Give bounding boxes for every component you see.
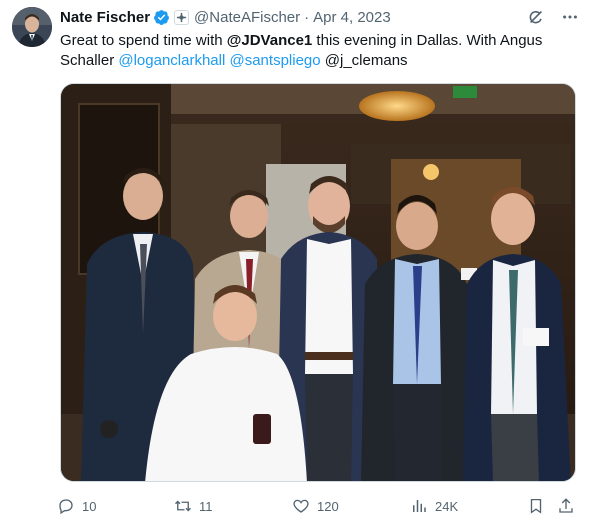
tweet[interactable]: Nate Fischer @NateAFischer · Apr 4, 2023… [0, 0, 594, 525]
bookmark-button[interactable] [526, 492, 546, 520]
views-count: 24K [435, 498, 459, 514]
mention-santspliego[interactable]: @santspliego [229, 52, 320, 69]
mention-j-clemans[interactable]: @j_clemans [325, 52, 408, 69]
bookmark-icon [526, 496, 546, 516]
tweet-photo[interactable] [60, 83, 576, 482]
tweet-text: Great to spend time with @JDVance1 this … [60, 31, 580, 71]
author-handle[interactable]: @NateAFischer [194, 9, 300, 26]
tweet-date[interactable]: Apr 4, 2023 [313, 9, 391, 26]
heart-icon [291, 496, 311, 516]
avatar[interactable] [12, 7, 52, 47]
affiliate-badge-icon[interactable] [174, 9, 190, 25]
reply-icon [56, 496, 76, 516]
views-button[interactable]: 24K [409, 492, 458, 520]
tweet-top-actions [526, 7, 580, 27]
like-count: 120 [317, 498, 339, 514]
tweet-text-intro: Great to spend time with [60, 32, 227, 49]
like-button[interactable]: 120 [291, 492, 339, 520]
tweet-actions: 10 11 120 24K [56, 492, 580, 520]
views-icon [409, 496, 429, 516]
separator-dot: · [304, 8, 310, 26]
more-icon[interactable] [560, 7, 580, 27]
share-button[interactable] [556, 492, 576, 520]
mention-jdvance1[interactable]: @JDVance1 [227, 32, 313, 49]
reply-button[interactable]: 10 [56, 492, 96, 520]
reply-count: 10 [82, 498, 97, 514]
verified-badge-icon[interactable] [153, 9, 170, 26]
mention-loganclarkhall[interactable]: @loganclarkhall [118, 52, 225, 69]
grok-icon[interactable] [526, 7, 546, 27]
author-name[interactable]: Nate Fischer [60, 9, 150, 26]
tweet-header: Nate Fischer @NateAFischer · Apr 4, 2023 [60, 6, 391, 28]
share-icon [556, 496, 576, 516]
repost-icon [173, 496, 193, 516]
repost-count: 11 [199, 498, 213, 514]
repost-button[interactable]: 11 [173, 492, 213, 520]
